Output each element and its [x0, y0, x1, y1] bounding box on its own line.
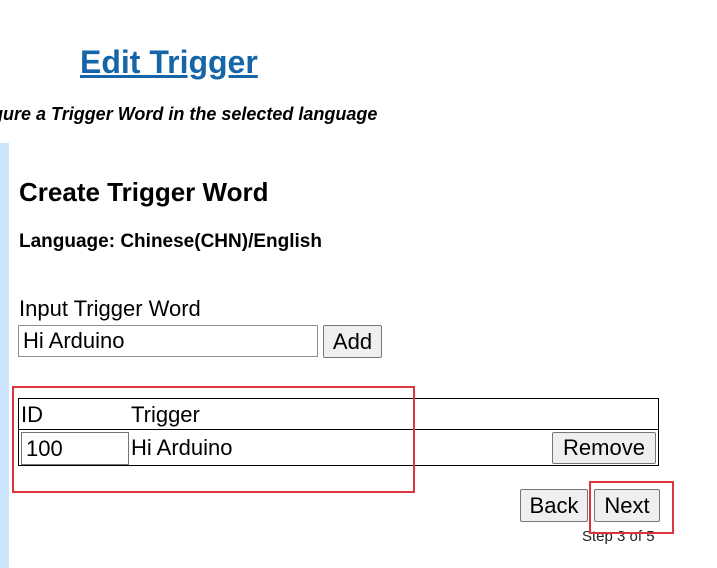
- trigger-input-label: Input Trigger Word: [19, 296, 201, 321]
- table-highlight-box: [12, 386, 415, 493]
- back-button[interactable]: Back: [520, 489, 588, 522]
- language-label: Language: Chinese(CHN)/English: [19, 231, 322, 252]
- add-button[interactable]: Add: [323, 325, 382, 358]
- trigger-word-input[interactable]: [18, 325, 318, 357]
- page: Edit Trigger gure a Trigger Word in the …: [0, 0, 717, 568]
- remove-button[interactable]: Remove: [552, 432, 656, 464]
- page-title-link[interactable]: Edit Trigger: [80, 44, 258, 81]
- next-highlight-box: [589, 481, 674, 534]
- side-accent-bar: [0, 143, 9, 568]
- page-subtitle: gure a Trigger Word in the selected lang…: [0, 104, 378, 124]
- section-heading: Create Trigger Word: [19, 177, 269, 207]
